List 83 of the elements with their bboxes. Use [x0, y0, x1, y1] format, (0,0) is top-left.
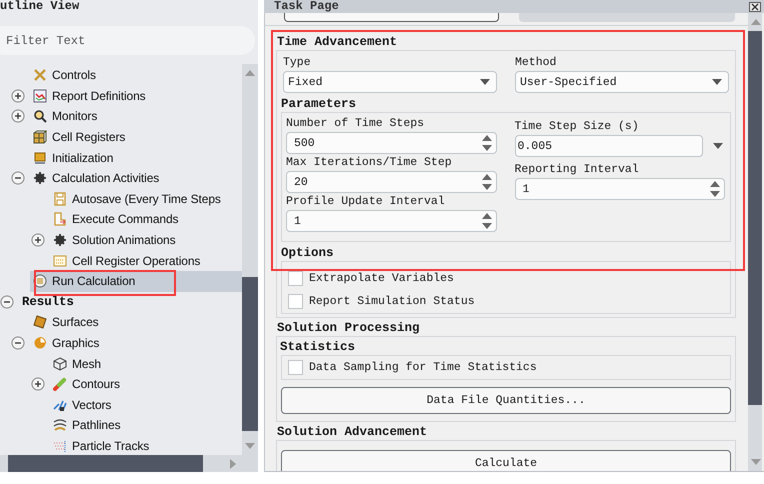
gear-icon	[53, 233, 67, 248]
input-field[interactable]: 0.005	[514, 135, 703, 157]
cube-icon	[33, 130, 47, 144]
number-spinner[interactable]: 1	[514, 178, 725, 200]
chart-icon	[33, 88, 47, 103]
tree-item[interactable]: Cell Register Operations	[0, 250, 242, 271]
vectors-icon	[53, 398, 67, 412]
tree-item[interactable]: Autosave (Every Time Steps	[0, 188, 242, 210]
tree-item[interactable]: Contours	[0, 374, 242, 394]
tree-item[interactable]: Pathlines	[0, 415, 242, 436]
tree-item[interactable]: Calculation Activities	[0, 168, 242, 189]
expand-icon[interactable]	[11, 88, 25, 103]
tools-icon	[33, 68, 47, 82]
checkbox-label: Report Simulation Status	[309, 295, 475, 308]
tree-item[interactable]: Surfaces	[0, 312, 242, 333]
caret-icon	[480, 79, 490, 85]
field-label: Profile Update Interval	[286, 194, 446, 210]
section-heading: Parameters	[281, 97, 358, 111]
pie-icon	[33, 336, 47, 350]
field-label: Number of Time Steps	[286, 116, 426, 132]
field-label: Type	[283, 55, 312, 71]
magnifier-icon	[33, 109, 47, 124]
box-icon	[33, 150, 47, 165]
caret-icon	[712, 79, 722, 85]
tree-item[interactable]: Graphics	[0, 332, 242, 354]
tree-item[interactable]: Initialization	[0, 147, 242, 168]
tree-item[interactable]: Vectors	[0, 394, 242, 416]
tree-item[interactable]: Solution Animations	[0, 230, 242, 250]
tree-item[interactable]: Monitors	[0, 106, 242, 127]
section-heading: Options	[281, 246, 335, 260]
tree-item[interactable]: Mesh	[0, 353, 242, 374]
save-icon	[53, 192, 67, 206]
checkbox[interactable]	[288, 360, 303, 375]
tree-item[interactable]: Particle Tracks	[0, 436, 242, 455]
document-arrow-icon	[53, 212, 67, 226]
filter-field[interactable]: Filter Text	[0, 26, 255, 55]
dropdown[interactable]: Fixed	[283, 71, 497, 93]
number-spinner[interactable]: 500	[286, 132, 496, 154]
gear-icon	[33, 171, 47, 186]
data-file-quantities-button[interactable]: Data File Quantities...	[281, 387, 731, 414]
panel-title: utline View	[0, 0, 80, 13]
collapse-icon[interactable]	[0, 294, 14, 309]
spinner-arrows-icon[interactable]	[482, 134, 492, 152]
close-icon[interactable]	[749, 2, 761, 12]
section-heading: Solution Processing	[277, 321, 421, 335]
mesh-icon	[53, 356, 67, 371]
contours-icon	[53, 377, 67, 392]
checkbox-label: Extrapolate Variables	[309, 272, 454, 285]
calculate-button[interactable]: Calculate	[281, 450, 731, 471]
dropdown[interactable]: User-Specified	[515, 71, 729, 93]
field-label: Time Step Size (s)	[514, 119, 640, 135]
scrollbar[interactable]	[0, 455, 258, 472]
caret-icon[interactable]	[713, 143, 723, 149]
section-heading: Statistics	[280, 340, 356, 354]
button[interactable]	[284, 13, 499, 22]
tree-item[interactable]: Execute Commands	[0, 209, 242, 230]
grid-icon	[53, 254, 67, 268]
number-spinner[interactable]: 20	[286, 171, 496, 193]
tree-item[interactable]: Report Definitions	[0, 86, 242, 106]
checkbox[interactable]	[288, 271, 303, 286]
expand-icon[interactable]	[11, 109, 25, 124]
spinner-arrows-icon[interactable]	[710, 180, 720, 198]
expand-icon[interactable]	[31, 233, 45, 248]
field-label: Reporting Interval	[514, 162, 640, 178]
tree-item[interactable]: Controls	[0, 65, 242, 86]
field-label: Method	[515, 55, 558, 71]
spinner-arrows-icon[interactable]	[482, 173, 492, 191]
field-label: Max Iterations/Time Step	[286, 155, 453, 171]
section-heading: Solution Advancement	[277, 425, 428, 439]
spinner-arrows-icon[interactable]	[482, 212, 492, 230]
particles-icon	[53, 438, 67, 453]
tree-item[interactable]: Cell Registers	[0, 126, 242, 148]
surface-icon	[33, 315, 47, 330]
panel-title: Task Page	[274, 0, 339, 13]
section-heading: Time Advancement	[277, 35, 398, 49]
collapse-icon[interactable]	[11, 171, 25, 186]
collapse-icon[interactable]	[11, 336, 25, 350]
checkbox-label: Data Sampling for Time Statistics	[309, 361, 537, 374]
number-spinner[interactable]: 1	[286, 210, 496, 232]
pathlines-icon	[53, 418, 67, 432]
tree-item[interactable]: Results	[0, 292, 242, 312]
checkbox[interactable]	[288, 294, 303, 309]
expand-icon[interactable]	[31, 377, 45, 392]
